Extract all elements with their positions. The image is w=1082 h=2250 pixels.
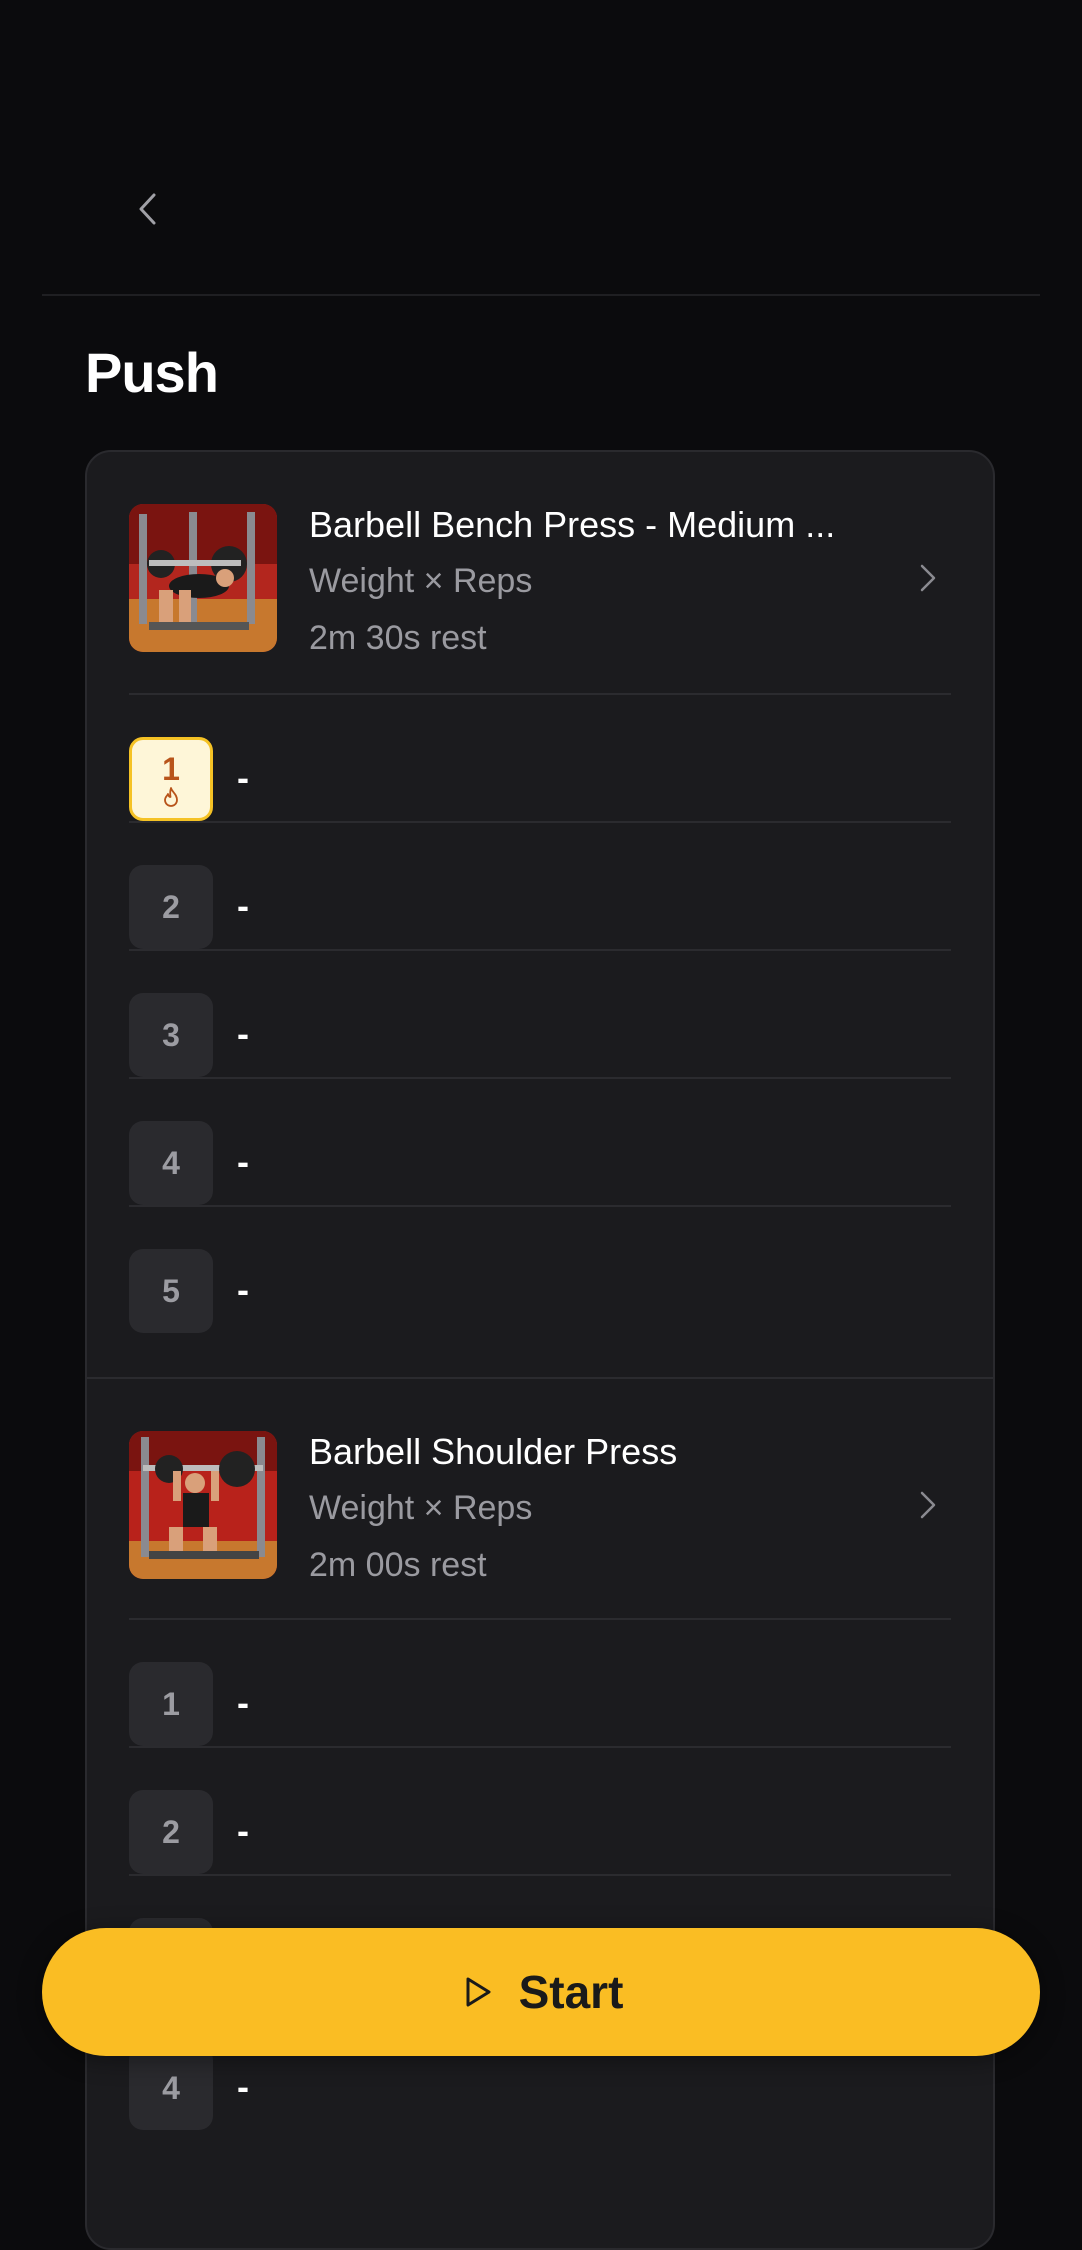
set-row: 2 -: [87, 823, 993, 951]
set-row: 2 -: [87, 1748, 993, 1876]
play-icon: [466, 1977, 491, 2007]
set-number-badge[interactable]: 3: [129, 993, 213, 1077]
set-value: -: [237, 2066, 249, 2107]
set-row: 5 -: [87, 1207, 993, 1377]
chevron-left-icon: [139, 193, 156, 225]
chevron-right-icon: [920, 564, 936, 592]
exercise-header-bench-press[interactable]: Barbell Bench Press - Medium ... Weight …: [87, 452, 993, 695]
set-value: -: [237, 1810, 249, 1851]
exercise-rest-time: 2m 30s rest: [309, 619, 487, 657]
exercise-thumbnail: [129, 504, 277, 652]
set-value: -: [237, 1682, 249, 1723]
chevron-right-icon: [920, 1491, 936, 1519]
set-row: 1 -: [87, 1620, 993, 1748]
exercise-rest-time: 2m 00s rest: [309, 1546, 487, 1584]
page-title: Push: [85, 341, 219, 404]
set-value: -: [237, 1269, 249, 1310]
set-number-badge[interactable]: 4: [129, 2046, 213, 2130]
set-value: -: [237, 757, 249, 798]
set-number-badge[interactable]: 4: [129, 1121, 213, 1205]
set-value: -: [237, 1013, 249, 1054]
exercise-header-shoulder-press[interactable]: Barbell Shoulder Press Weight × Reps 2m …: [87, 1379, 993, 1620]
back-button[interactable]: [124, 186, 170, 232]
exercise-thumbnail: [129, 1431, 277, 1579]
exercise-tracking-type: Weight × Reps: [309, 562, 533, 600]
set-value: -: [237, 885, 249, 926]
start-button-label: Start: [518, 1966, 624, 2018]
set-row: 3 -: [87, 951, 993, 1079]
exercise-block: Barbell Bench Press - Medium ... Weight …: [87, 452, 993, 1377]
start-workout-button[interactable]: Start: [42, 1928, 1040, 2056]
set-number-badge[interactable]: 2: [129, 1790, 213, 1874]
set-number: 1: [162, 751, 180, 787]
exercise-tracking-type: Weight × Reps: [309, 1489, 533, 1527]
set-value: -: [237, 1141, 249, 1182]
set-row: 1 -: [87, 695, 993, 823]
top-bar: [0, 0, 1082, 295]
exercise-name: Barbell Bench Press - Medium ...: [309, 504, 836, 545]
header-divider: [42, 294, 1040, 296]
set-number-badge[interactable]: 5: [129, 1249, 213, 1333]
exercise-name: Barbell Shoulder Press: [309, 1431, 678, 1472]
set-number-badge-warmup[interactable]: 1: [129, 737, 213, 821]
flame-icon: [164, 787, 178, 807]
set-row: 4 -: [87, 1079, 993, 1207]
set-number-badge[interactable]: 2: [129, 865, 213, 949]
set-number-badge[interactable]: 1: [129, 1662, 213, 1746]
